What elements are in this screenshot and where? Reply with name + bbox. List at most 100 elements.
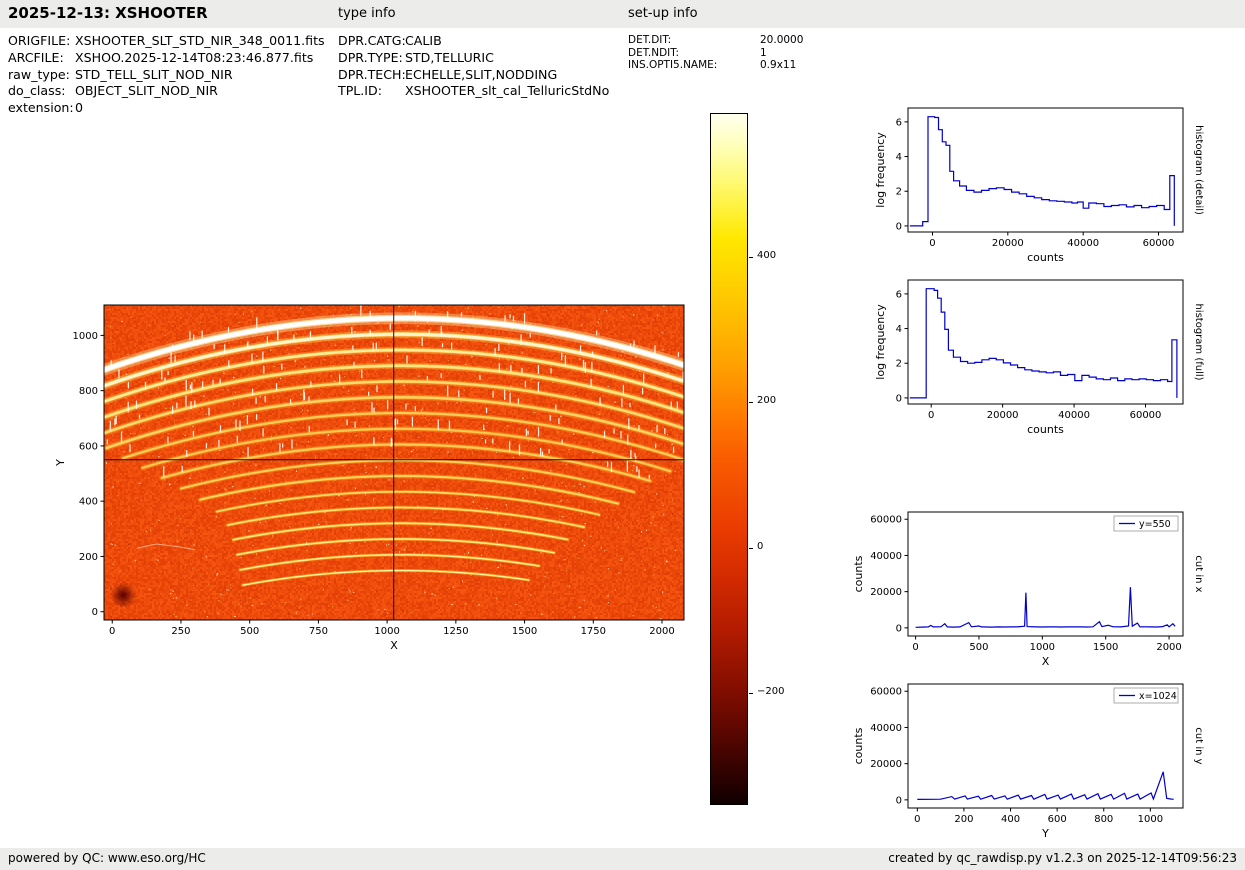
svg-text:800: 800 [79,386,98,397]
svg-text:40000: 40000 [870,551,902,562]
svg-text:log frequency: log frequency [874,132,887,208]
meta-label: DET.NDIT: [628,46,680,59]
meta-value: 0 [75,100,84,116]
svg-text:Y: Y [1041,827,1049,840]
svg-text:0: 0 [92,607,98,618]
svg-text:200: 200 [954,814,973,825]
svg-text:counts: counts [1027,423,1064,436]
setup-info-heading: set-up info [628,6,698,21]
file-info-block: ORIGFILE: XSHOOTER_SLT_STD_NIR_348_0011.f… [8,33,325,117]
meta-value: CALIB [405,33,442,48]
svg-text:0: 0 [896,795,902,806]
footer-created-by: created by qc_rawdisp.py v1.2.3 on 2025-… [888,851,1237,865]
meta-row: DET.DIT: 20.0000 [628,34,803,47]
meta-value: STD,TELLURIC [405,49,494,65]
meta-label: raw_type: [8,66,70,82]
svg-text:400: 400 [1001,814,1020,825]
svg-text:6: 6 [896,117,902,128]
svg-text:0: 0 [896,393,902,404]
type-info-heading: type info [338,6,396,21]
meta-row: INS.OPTI5.NAME: 0.9x11 [628,59,803,72]
colorbar-tick [749,402,753,404]
raw-frame-axes: 0 250 500 750 1000 1250 1500 1750 2000 0 200 400 600… [54,304,685,652]
colorbar-tick-label: 400 [757,250,777,262]
svg-text:log frequency: log frequency [874,304,887,380]
svg-text:Y: Y [54,459,67,467]
svg-text:20000: 20000 [870,587,902,598]
svg-text:histogram (full): histogram (full) [1193,303,1204,380]
histogram-full-plot: 0 20000 40000 60000 0 2 4 6 counts log frequency h… [874,279,1204,436]
svg-text:1750: 1750 [581,626,606,637]
svg-text:1500: 1500 [512,626,537,637]
meta-label: DPR.CATG: [338,33,406,48]
svg-text:6: 6 [896,289,902,300]
meta-label: DET.DIT: [628,34,672,46]
svg-text:20000: 20000 [992,238,1024,249]
colorbar-tick-label: 200 [757,395,777,407]
meta-value: ECHELLE,SLIT,NODDING [405,66,558,82]
colorbar-tick-label: 0 [757,540,764,552]
page-title: 2025-12-13: XSHOOTER [8,4,208,22]
svg-text:histogram (detail): histogram (detail) [1193,125,1204,215]
svg-text:y=550: y=550 [1139,519,1171,530]
svg-text:60000: 60000 [1143,238,1175,249]
meta-row: raw_type: STD_TELL_SLIT_NOD_NIR [8,67,325,84]
svg-text:600: 600 [1048,814,1067,825]
meta-row: DPR.CATG: CALIB [338,33,609,50]
svg-text:4: 4 [896,324,902,335]
svg-text:40000: 40000 [870,723,902,734]
svg-text:2: 2 [896,359,902,370]
svg-text:counts: counts [852,555,865,592]
meta-value: OBJECT_SLIT_NOD_NIR [75,83,218,99]
svg-text:200: 200 [79,552,98,563]
meta-row: ORIGFILE: XSHOOTER_SLT_STD_NIR_348_0011.f… [8,33,325,50]
svg-text:20000: 20000 [987,410,1019,421]
svg-text:40000: 40000 [1067,238,1099,249]
meta-row: DET.NDIT: 1 [628,47,803,60]
meta-label: DPR.TYPE: [338,49,403,65]
colorbar-tick [749,257,753,259]
svg-text:1500: 1500 [1093,642,1118,653]
svg-text:counts: counts [852,727,865,764]
svg-text:1000: 1000 [374,626,399,637]
meta-value: 0.9x11 [760,59,797,71]
colorbar-tick-label: −200 [757,685,785,697]
svg-text:500: 500 [240,626,259,637]
svg-text:0: 0 [914,814,920,825]
svg-text:0: 0 [928,410,934,421]
type-info-block: DPR.CATG: CALIB DPR.TYPE: STD,TELLURIC DPR… [338,33,609,100]
svg-text:400: 400 [79,497,98,508]
histogram-detail-plot: 0 20000 40000 60000 0 2 4 6 counts log frequency h… [874,107,1204,264]
meta-label: do_class: [8,83,66,99]
meta-value: 20.0000 [760,34,804,46]
meta-label: extension: [8,100,74,116]
meta-value: XSHOO.2025-12-14T08:23:46.877.fits [75,49,314,65]
svg-text:0: 0 [912,642,918,653]
svg-text:0: 0 [896,623,902,634]
svg-text:2000: 2000 [1156,642,1181,653]
svg-text:0: 0 [896,221,902,232]
footer-credit-qc: powered by QC: www.eso.org/HC [8,851,206,865]
svg-text:1000: 1000 [1138,814,1163,825]
meta-row: DPR.TYPE: STD,TELLURIC [338,50,609,67]
meta-label: TPL.ID: [338,83,382,99]
svg-text:40000: 40000 [1058,410,1090,421]
svg-text:60000: 60000 [1130,410,1162,421]
svg-text:0: 0 [109,626,115,637]
meta-label: DPR.TECH: [338,66,406,82]
svg-text:800: 800 [1094,814,1113,825]
svg-text:4: 4 [896,152,902,163]
meta-value: 1 [760,46,767,59]
svg-text:counts: counts [1027,251,1064,264]
svg-text:X: X [1042,655,1050,668]
meta-row: TPL.ID: XSHOOTER_slt_cal_TelluricStdNo [338,83,609,100]
meta-value: XSHOOTER_SLT_STD_NIR_348_0011.fits [75,33,325,48]
colorbar [710,113,748,805]
meta-row: extension: 0 [8,100,325,117]
svg-text:x=1024: x=1024 [1139,691,1177,702]
svg-text:60000: 60000 [870,687,902,698]
svg-text:500: 500 [969,642,988,653]
meta-row: ARCFILE: XSHOO.2025-12-14T08:23:46.877.fi… [8,50,325,67]
meta-value: XSHOOTER_slt_cal_TelluricStdNo [405,83,610,99]
colorbar-tick [749,692,753,694]
